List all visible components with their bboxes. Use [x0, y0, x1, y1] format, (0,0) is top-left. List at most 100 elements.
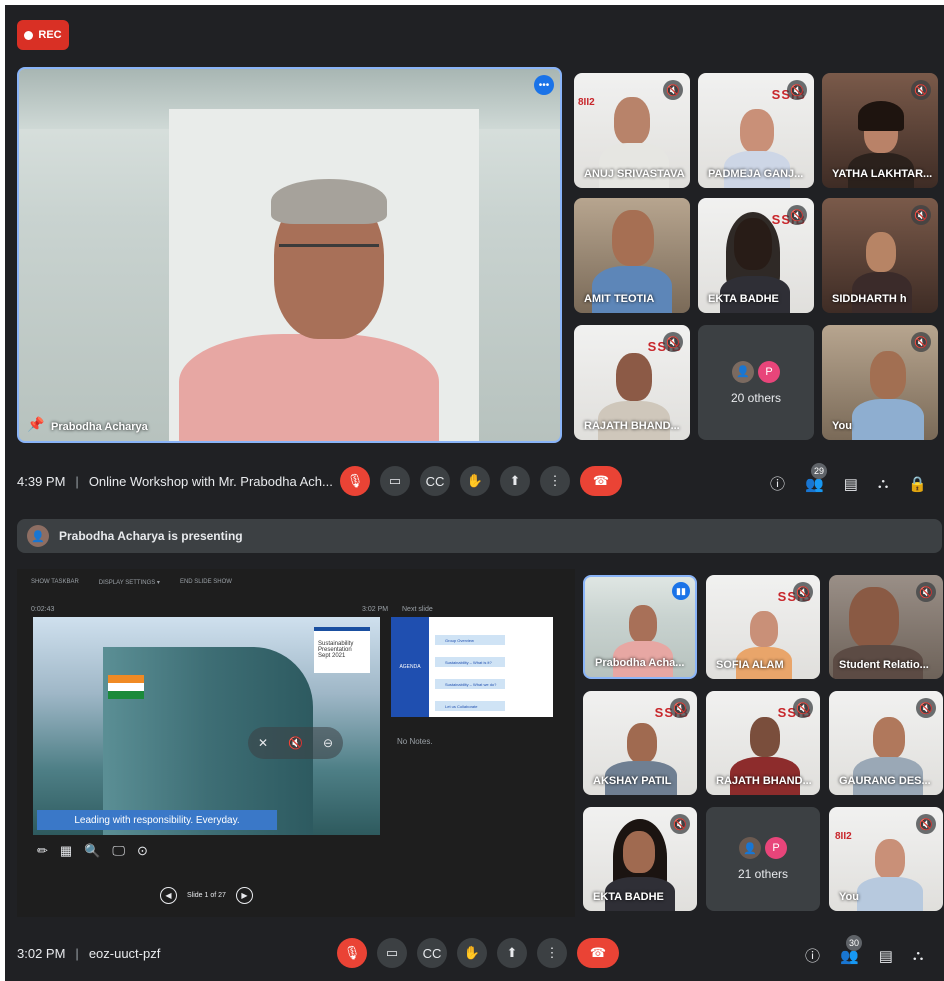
pin-icon[interactable]: 📌 [27, 416, 44, 433]
background-logo: 8II2 [578, 97, 595, 108]
participant-tile[interactable]: 🔇 Student Relatio... [829, 575, 943, 679]
participant-name: AMIT TEOTIA [584, 293, 655, 305]
participant-tile[interactable]: 🔇 GAURANG DES... [829, 691, 943, 795]
self-view-tile[interactable]: 🔇 You [822, 325, 938, 440]
mic-toggle-button[interactable]: 🎙 [340, 466, 370, 496]
captions-button[interactable]: CC [417, 938, 447, 968]
participant-body [857, 877, 923, 911]
next-slide-button[interactable]: ▶ [235, 887, 253, 904]
presenting-banner: 👤 Prabodha Acharya is presenting [17, 519, 942, 553]
participant-tile[interactable]: SSIB 🔇 RAJATH BHAND... [574, 325, 690, 440]
more-options-button[interactable]: ⋮ [537, 938, 567, 968]
mic-off-icon: 🔇 [911, 205, 931, 225]
participant-face [612, 210, 654, 266]
participant-hair [858, 101, 904, 131]
captions-button[interactable]: CC [420, 466, 450, 496]
mic-off-icon: 🔇 [670, 814, 690, 834]
self-view-tile[interactable]: 8II2 🔇 You [829, 807, 943, 911]
mic-off-icon: 🔇 [663, 80, 683, 100]
mic-toggle-button[interactable]: 🎙 [337, 938, 367, 968]
mute-icon[interactable]: 🔇 [288, 736, 303, 750]
participant-face [849, 587, 899, 649]
slides-grid-icon[interactable]: ▦ [60, 843, 72, 859]
info-icon[interactable]: ⓘ [770, 473, 785, 494]
others-label: 21 others [737, 867, 789, 881]
participant-face [750, 611, 778, 647]
chat-icon[interactable]: ▤ [879, 947, 893, 965]
participant-face [875, 839, 905, 879]
participant-name: EKTA BADHE [593, 891, 664, 903]
participant-name: SOFIA ALAM [716, 659, 784, 671]
show-taskbar-button[interactable]: SHOW TASKBAR [31, 579, 79, 586]
call-controls: 🎙 ▭ CC ✋ ⬆ ⋮ ☎ [340, 466, 622, 496]
participant-tile[interactable]: SSIB 🔇 AKSHAY PATIL [583, 691, 697, 795]
activities-icon[interactable]: ⛬ [913, 947, 924, 964]
participant-tile[interactable]: 🔇 YATHA LAKHTAR... [822, 73, 938, 188]
others-tile[interactable]: 👤 P 21 others [706, 807, 820, 911]
participant-tile[interactable]: SSIB 🔇 EKTA BADHE [698, 198, 814, 313]
raise-hand-button[interactable]: ✋ [457, 938, 487, 968]
chat-icon[interactable]: ▤ [844, 475, 858, 493]
participant-face [627, 723, 657, 763]
others-tile[interactable]: 👤 P 20 others [698, 325, 814, 440]
separator: | [75, 945, 79, 961]
more-icon[interactable]: ⊙ [137, 843, 148, 859]
participant-tile[interactable]: SSIB 🔇 SOFIA ALAM [706, 575, 820, 679]
leave-call-button[interactable]: ☎ [580, 466, 622, 496]
tile-hover-controls: ✕ 🔇 ⊖ [248, 727, 343, 759]
participant-tile[interactable]: 🔇 EKTA BADHE [583, 807, 697, 911]
participant-tile[interactable]: 8II2 🔇 ANUJ SRIVASTAVA [574, 73, 690, 188]
activities-icon[interactable]: ⛬ [878, 475, 889, 492]
participant-name: RAJATH BHAND... [584, 420, 680, 432]
screen-icon[interactable]: 🖵 [112, 843, 125, 859]
speaker-hair [271, 179, 387, 224]
camera-toggle-button[interactable]: ▭ [377, 938, 407, 968]
participant-tile[interactable]: ▮▮ Prabodha Acha... [583, 575, 697, 679]
pen-icon[interactable]: ✏ [37, 843, 48, 859]
more-options-button[interactable]: ⋮ [540, 466, 570, 496]
participant-count-badge: 30 [846, 934, 863, 951]
avatar: P [765, 837, 787, 859]
previous-slide-button[interactable]: ◀ [160, 887, 177, 904]
participant-name: SIDDHARTH h [832, 293, 907, 305]
mic-off-icon: 🔇 [787, 205, 807, 225]
pin-icon[interactable]: ✕ [258, 736, 268, 750]
agenda-item: Let us Collaborate [435, 701, 505, 711]
participant-tile[interactable]: SSIB 🔇 RAJATH BHAND... [706, 691, 820, 795]
participant-tile[interactable]: AMIT TEOTIA [574, 198, 690, 313]
people-icon[interactable]: 👥 30 [840, 934, 863, 965]
participant-name: YATHA LAKHTAR... [832, 168, 933, 180]
more-options-icon[interactable]: ••• [534, 75, 554, 95]
participant-body [592, 266, 672, 313]
display-settings-button[interactable]: DISPLAY SETTINGS ▾ [99, 579, 160, 586]
meeting-title: Online Workshop with Mr. Prabodha Ach... [88, 473, 333, 489]
recording-label: REC [38, 29, 62, 41]
participant-name: You [839, 891, 859, 903]
agenda-item: Sustainability – What is it? [435, 657, 505, 667]
more-icon[interactable]: ⊖ [323, 736, 333, 750]
participant-name: AKSHAY PATIL [593, 775, 672, 787]
mic-off-icon: 🔇 [670, 698, 690, 718]
zoom-icon[interactable]: 🔍 [84, 843, 100, 859]
meeting-time: 4:39 PM | Online Workshop with Mr. Prabodh… [17, 474, 333, 489]
presenting-text: Prabodha Acharya is presenting [59, 529, 243, 543]
raise-hand-button[interactable]: ✋ [460, 466, 490, 496]
speaker-notes: No Notes. [397, 737, 433, 746]
speaking-indicator-icon: ▮▮ [672, 582, 690, 600]
slide-counter: Slide 1 of 27 [187, 892, 226, 899]
people-icon[interactable]: 👥 29 [805, 462, 828, 493]
participant-tile[interactable]: 🔇 SIDDHARTH h [822, 198, 938, 313]
info-icon[interactable]: ⓘ [805, 945, 820, 966]
participant-face [866, 232, 896, 272]
present-button[interactable]: ⬆ [497, 938, 527, 968]
participant-tile[interactable]: SSIB 🔇 PADMEJA GANJ... [698, 73, 814, 188]
leave-call-button[interactable]: ☎ [577, 938, 619, 968]
present-button[interactable]: ⬆ [500, 466, 530, 496]
presenter-timer: 0:02:43 [31, 606, 55, 613]
camera-toggle-button[interactable]: ▭ [380, 466, 410, 496]
end-slide-show-button[interactable]: END SLIDE SHOW [180, 579, 232, 586]
speaker-glasses [279, 244, 379, 267]
separator: | [75, 473, 79, 489]
host-controls-icon[interactable]: 🔒 [908, 475, 927, 493]
main-speaker-tile[interactable]: ••• 📌 Prabodha Acharya [17, 67, 562, 443]
